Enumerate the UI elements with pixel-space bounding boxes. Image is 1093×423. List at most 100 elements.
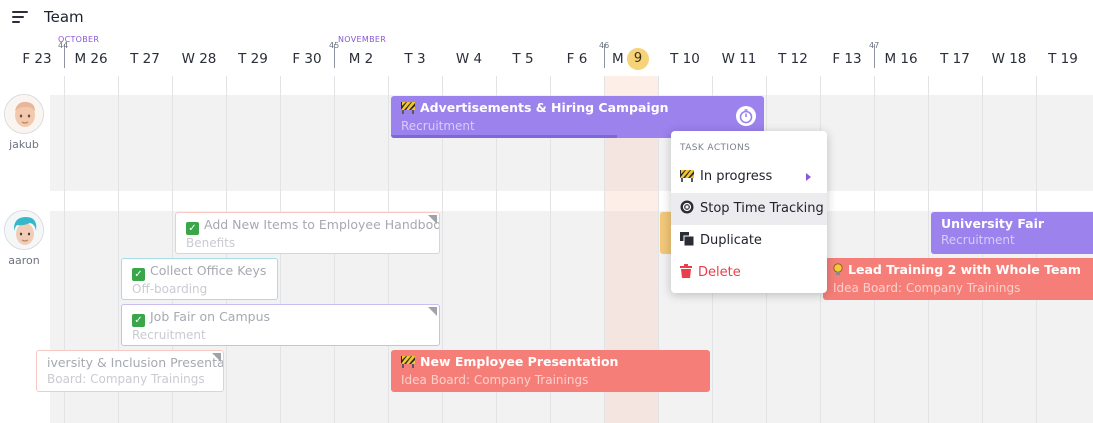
barrier-icon	[680, 163, 694, 195]
duplicate-icon	[680, 227, 695, 259]
day-label: T 5	[512, 51, 534, 67]
day-label: F 30	[292, 51, 322, 67]
task-title: Advertisements & Hiring Campaign	[401, 100, 754, 118]
day-label: T 3	[404, 51, 426, 67]
week-number: 44	[58, 41, 69, 50]
day-label: T 19	[1048, 51, 1078, 67]
lightbulb-icon	[833, 263, 843, 280]
task-title: ✓ Add New Items to Employee Handbook	[186, 217, 439, 235]
day-column-header: T 19	[1036, 34, 1090, 74]
day-label: M 16	[884, 51, 918, 67]
day-label: W 28	[181, 51, 217, 67]
day-column-header: F 30	[280, 34, 334, 74]
user-jakub[interactable]: jakub	[1, 94, 47, 151]
task-title-text: Job Fair on Campus	[150, 309, 271, 324]
day-column-header: T 17	[928, 34, 982, 74]
day-label: T 27	[130, 51, 160, 67]
day-column-header: T 12	[766, 34, 820, 74]
task-subtitle: Benefits	[186, 236, 236, 250]
day-column-header-today: M 9	[604, 34, 658, 74]
task-diversity-inclusion-presentation[interactable]: iversity & Inclusion Presentat Board: Co…	[36, 350, 224, 392]
task-title-text: Advertisements & Hiring Campaign	[420, 100, 669, 115]
corner-fold-icon	[428, 215, 437, 224]
menu-item-label: Duplicate	[700, 233, 762, 248]
task-subtitle: Board: Company Trainings	[47, 372, 205, 386]
menu-item-label: Delete	[698, 265, 741, 280]
user-name: jakub	[9, 138, 39, 151]
task-subtitle: Idea Board: Company Trainings	[401, 373, 589, 387]
task-title: ✓ Job Fair on Campus	[132, 309, 429, 327]
top-bar: Team	[0, 0, 1093, 34]
task-subtitle: Recruitment	[132, 328, 206, 342]
avatar[interactable]	[4, 210, 44, 250]
timer-icon[interactable]	[736, 106, 756, 126]
day-label: F 6	[566, 51, 588, 67]
day-label: W 11	[721, 51, 757, 67]
task-subtitle: Off-boarding	[132, 282, 208, 296]
day-column-header: T 10	[658, 34, 712, 74]
stop-circle-icon	[680, 195, 694, 227]
day-label: W 4	[455, 51, 483, 67]
corner-fold-icon	[212, 353, 221, 362]
user-name: aaron	[8, 254, 40, 267]
day-label: M 2	[348, 51, 374, 67]
task-lead-training-2[interactable]: Lead Training 2 with Whole Team Idea Boa…	[823, 258, 1093, 300]
avatar[interactable]	[4, 94, 44, 134]
checkbox-icon: ✓	[132, 314, 145, 327]
day-column-header: W 11	[712, 34, 766, 74]
menu-item-label: In progress	[700, 169, 773, 184]
day-column-header: T 27	[118, 34, 172, 74]
menu-item-in-progress[interactable]: In progress	[671, 161, 827, 193]
menu-item-delete[interactable]: Delete	[671, 257, 827, 289]
task-actions-menu: TASK ACTIONS In progress Stop Time Track…	[671, 131, 827, 293]
day-label: F 23	[22, 51, 52, 67]
task-title: ✓ Collect Office Keys	[132, 263, 267, 281]
day-label: T 10	[670, 51, 700, 67]
task-title: New Employee Presentation	[401, 354, 700, 372]
task-add-new-items-handbook[interactable]: ✓ Add New Items to Employee Handbook Bene…	[175, 212, 440, 254]
user-aaron[interactable]: aaron	[1, 210, 47, 267]
task-subtitle: Recruitment	[941, 233, 1015, 247]
day-column-header: W 4	[442, 34, 496, 74]
submenu-arrow-icon	[806, 173, 811, 181]
task-title-text: University Fair	[941, 216, 1045, 231]
day-column-header: T 3	[388, 34, 442, 74]
checkbox-icon: ✓	[186, 222, 199, 235]
month-label: NOVEMBER	[338, 35, 387, 44]
task-university-fair[interactable]: University Fair Recruitment	[931, 212, 1093, 254]
week-number: 45	[329, 41, 340, 50]
day-label: T 29	[238, 51, 268, 67]
task-title-text: New Employee Presentation	[420, 354, 619, 369]
day-column-header: F 13	[820, 34, 874, 74]
day-column-header: W 18	[982, 34, 1036, 74]
menu-heading: TASK ACTIONS	[680, 143, 751, 153]
today-badge: 9	[627, 48, 649, 70]
trash-icon	[680, 259, 692, 291]
barrier-icon	[401, 355, 415, 372]
menu-item-duplicate[interactable]: Duplicate	[671, 225, 827, 257]
day-label: M 26	[74, 51, 108, 67]
menu-icon[interactable]	[12, 11, 28, 23]
day-label: T 17	[940, 51, 970, 67]
grid-line	[928, 76, 929, 423]
task-title-text: iversity & Inclusion Presentat	[47, 355, 224, 370]
task-title-text: Collect Office Keys	[150, 263, 267, 278]
day-column-header: M 16	[874, 34, 928, 74]
task-job-fair-on-campus[interactable]: ✓ Job Fair on Campus Recruitment	[121, 304, 440, 346]
day-label: W 18	[991, 51, 1027, 67]
week-number: 47	[869, 41, 880, 50]
week-number: 46	[599, 41, 610, 50]
day-label: T 12	[778, 51, 808, 67]
menu-item-label: Stop Time Tracking	[700, 201, 824, 216]
task-title: Lead Training 2 with Whole Team	[833, 262, 1091, 280]
day-column-header: F 23	[10, 34, 64, 74]
task-new-employee-presentation[interactable]: New Employee Presentation Idea Board: Co…	[391, 350, 710, 392]
day-column-header: T 5	[496, 34, 550, 74]
grid-line	[874, 76, 875, 423]
day-column-header: W 28	[172, 34, 226, 74]
day-label: F 13	[832, 51, 862, 67]
barrier-icon	[401, 101, 415, 118]
menu-item-stop-time-tracking[interactable]: Stop Time Tracking	[671, 193, 827, 225]
checkbox-icon: ✓	[132, 268, 145, 281]
task-collect-office-keys[interactable]: ✓ Collect Office Keys Off-boarding	[121, 258, 278, 300]
